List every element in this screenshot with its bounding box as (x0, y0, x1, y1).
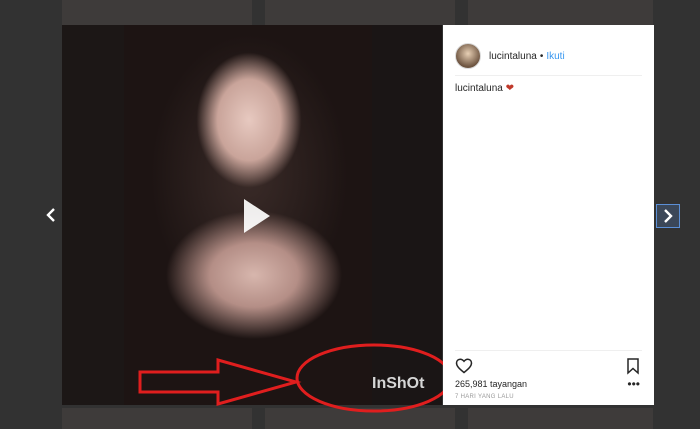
previous-post-button[interactable] (40, 204, 62, 226)
post-date[interactable]: 7 HARI YANG LALU (455, 394, 514, 400)
post-header: lucintaluna • Ikuti (455, 37, 642, 76)
chevron-left-icon (46, 208, 55, 222)
video-letterbox-left (62, 25, 124, 405)
play-button[interactable] (232, 193, 278, 239)
heart-icon (455, 358, 473, 374)
separator-dot: • (539, 50, 544, 62)
view-count: 265,981 tayangan (455, 379, 528, 389)
like-button[interactable] (455, 357, 473, 375)
next-post-button[interactable] (656, 204, 680, 228)
post-username[interactable]: lucintaluna (489, 51, 537, 62)
inshot-watermark: InShOt (372, 375, 425, 392)
post-caption: lucintaluna ❤ (455, 83, 514, 94)
more-options-button[interactable]: ••• (627, 377, 640, 391)
play-icon (244, 199, 270, 233)
caption-username[interactable]: lucintaluna (455, 83, 503, 94)
post-info-panel: lucintaluna • Ikuti lucintaluna ❤ 265,98… (443, 25, 654, 405)
bookmark-icon (627, 358, 639, 375)
action-bar (455, 350, 642, 375)
post-video[interactable]: InShOt (62, 25, 442, 405)
video-letterbox-right (372, 25, 442, 405)
avatar[interactable] (455, 43, 481, 69)
bookmark-button[interactable] (624, 357, 642, 375)
follow-button[interactable]: Ikuti (546, 51, 564, 62)
chevron-right-icon (664, 209, 673, 223)
caption-emoji: ❤ (505, 83, 514, 94)
